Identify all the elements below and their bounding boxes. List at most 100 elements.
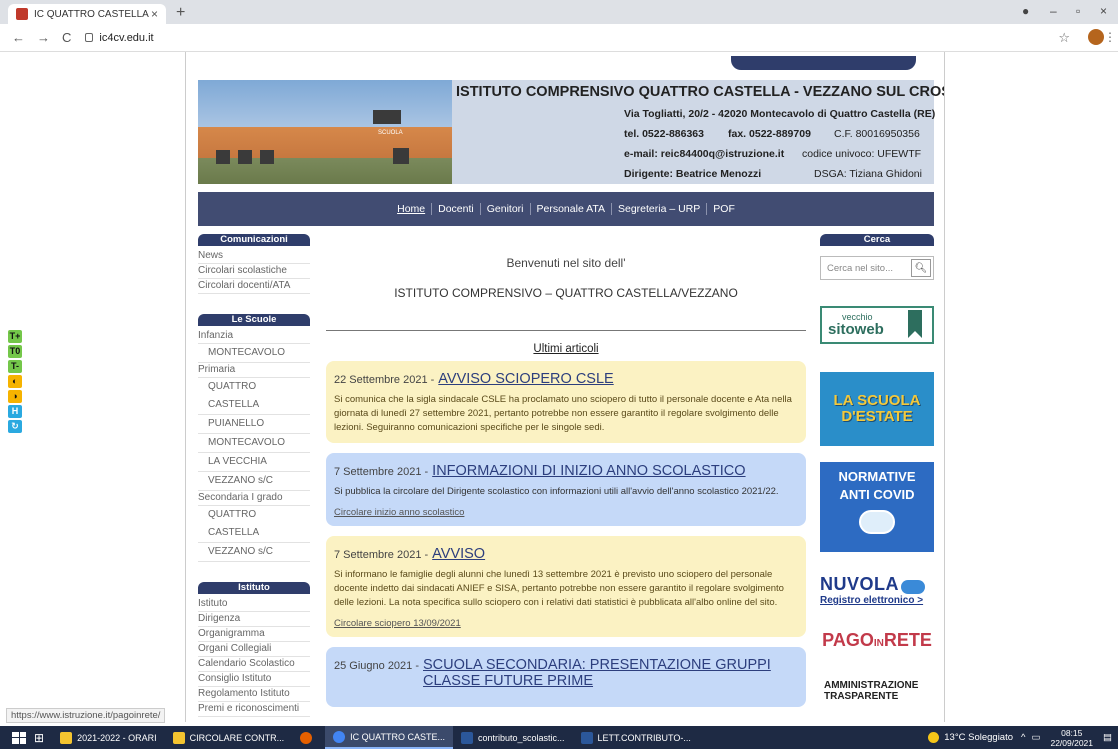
maximize-button[interactable]: ▫: [1076, 4, 1080, 18]
tab-title: IC QUATTRO CASTELLA: [34, 8, 149, 20]
article-title-link[interactable]: INFORMAZIONI DI INIZIO ANNO SCOLASTICO: [432, 463, 745, 479]
search-input[interactable]: Cerca nel sito...: [821, 263, 911, 274]
highlight-links-button[interactable]: H: [8, 405, 22, 418]
search-icon: 🔍︎: [914, 262, 928, 274]
sidebar-item-infanzia[interactable]: Infanzia: [198, 329, 310, 344]
minimize-button[interactable]: –: [1050, 4, 1057, 18]
url-text: ic4cv.edu.it: [99, 31, 154, 44]
article-date: 25 Giugno 2021 -: [334, 660, 420, 672]
sidebar-item-news[interactable]: News: [198, 249, 310, 264]
sidebar-item-dirigenza[interactable]: Dirigenza: [198, 612, 310, 627]
forward-button[interactable]: →: [37, 30, 50, 45]
nav-home[interactable]: Home: [391, 203, 431, 215]
clock[interactable]: 08:15 22/09/2021: [1050, 728, 1093, 748]
bookmark-star-icon[interactable]: ☆: [1058, 30, 1070, 46]
search-button[interactable]: 🔍︎: [911, 259, 931, 277]
status-bar-url: https://www.istruzione.it/pagoinrete/: [6, 708, 166, 723]
taskbar-item-firefox[interactable]: [292, 726, 325, 749]
sidebar-item-calendario[interactable]: Calendario Scolastico: [198, 657, 310, 672]
nav-pof[interactable]: POF: [706, 203, 741, 215]
sidebar-item-premi[interactable]: Premi e riconoscimenti: [198, 702, 310, 717]
face-mask-icon: [859, 510, 895, 534]
new-tab-button[interactable]: +: [176, 4, 185, 22]
weather-text[interactable]: 13°C Soleggiato: [944, 732, 1013, 743]
chrome-icon: [333, 730, 346, 743]
back-button[interactable]: ←: [12, 30, 25, 45]
pagoinrete-banner[interactable]: PAGOINRETE: [820, 630, 934, 658]
address-bar: ← → C ic4cv.edu.it: [0, 24, 1118, 52]
text-increase-button[interactable]: T+: [8, 330, 22, 343]
word-icon: [580, 731, 593, 744]
url-field[interactable]: ic4cv.edu.it: [85, 31, 154, 44]
sidebar-item-istituto[interactable]: Istituto: [198, 597, 310, 612]
right-sidebar: Cerca Cerca nel sito... 🔍︎ vecchio sitow…: [820, 234, 934, 702]
rete-label: RETE: [883, 630, 932, 650]
sidebar-item-vezzano-primaria[interactable]: VEZZANO s/C: [198, 472, 310, 491]
nav-genitori[interactable]: Genitori: [479, 203, 530, 215]
tab-close-icon[interactable]: ×: [151, 7, 158, 21]
article-date: 7 Settembre 2021 -: [334, 549, 429, 561]
sidebar-item-quattro-castella[interactable]: QUATTRO CASTELLA: [198, 378, 310, 415]
close-window-button[interactable]: ×: [1100, 4, 1107, 18]
article-attachment-link[interactable]: Circolare inizio anno scolastico: [334, 507, 464, 518]
sidebar-item-circolari-scolastiche[interactable]: Circolari scolastiche: [198, 264, 310, 279]
nav-docenti[interactable]: Docenti: [431, 203, 480, 215]
vecchio-sitoweb-banner[interactable]: vecchio sitoweb: [820, 306, 934, 344]
notifications-icon[interactable]: ▤: [1103, 732, 1112, 743]
sidebar-item-primaria[interactable]: Primaria: [198, 363, 310, 378]
tray-chevron-icon[interactable]: ^: [1021, 732, 1025, 743]
profile-dot-icon[interactable]: ●: [1022, 4, 1029, 18]
ultimi-articoli-heading[interactable]: Ultimi articoli: [326, 343, 806, 355]
task-view-icon[interactable]: ⊞: [26, 726, 52, 749]
sidebar-item-montecavolo-primaria[interactable]: MONTECAVOLO: [198, 434, 310, 453]
covid-line2: ANTI COVID: [839, 487, 915, 502]
network-icon[interactable]: ▭: [1031, 732, 1040, 743]
cf-text: C.F. 80016950356: [834, 128, 920, 140]
nav-personale-ata[interactable]: Personale ATA: [529, 203, 611, 215]
lock-icon: [85, 33, 94, 42]
article-title-link[interactable]: SCUOLA SECONDARIA: PRESENTAZIONE GRUPPI …: [423, 657, 798, 689]
covid-line1: NORMATIVE: [838, 469, 916, 484]
taskbar-item-word-lett[interactable]: LETT.CONTRIBUTO-...: [573, 726, 699, 749]
sidebar-item-regolamento[interactable]: Regolamento Istituto: [198, 687, 310, 702]
nuvola-banner[interactable]: NUVOLA Registro elettronico >: [820, 574, 934, 610]
sidebar-item-quattro-castella-sec[interactable]: QUATTRO CASTELLA: [198, 506, 310, 543]
sidebar-item-consiglio[interactable]: Consiglio Istituto: [198, 672, 310, 687]
firefox-icon: [300, 731, 313, 744]
browser-menu-icon[interactable]: ⋮: [1104, 30, 1116, 44]
registro-link: Registro elettronico >: [820, 595, 924, 606]
windows-start-icon[interactable]: [12, 731, 26, 744]
sidebar-item-vezzano-sec[interactable]: VEZZANO s/C: [198, 543, 310, 562]
grayscale-button[interactable]: ◑: [8, 390, 22, 403]
browser-tab[interactable]: IC QUATTRO CASTELLA ×: [8, 4, 166, 24]
taskbar-item-word-contributo[interactable]: contributo_scolastic...: [453, 726, 573, 749]
nav-segreteria[interactable]: Segreteria – URP: [610, 203, 706, 215]
comunicazioni-title: Comunicazioni: [198, 234, 310, 246]
reload-button[interactable]: C: [62, 30, 71, 45]
sidebar-item-circolari-docenti[interactable]: Circolari docenti/ATA: [198, 279, 310, 294]
cloud-icon: [901, 580, 925, 595]
text-reset-button[interactable]: T0: [8, 345, 22, 358]
scuola-estate-banner[interactable]: LA SCUOLA D'ESTATE: [820, 372, 934, 446]
sidebar-item-secondaria[interactable]: Secondaria I grado: [198, 491, 310, 506]
taskbar-item-orari[interactable]: 2021-2022 - ORARI: [52, 726, 165, 749]
normative-anticovid-banner[interactable]: NORMATIVE ANTI COVID: [820, 462, 934, 552]
sidebar-item-puianello[interactable]: PUIANELLO: [198, 415, 310, 434]
amministrazione-trasparente-banner[interactable]: AMMINISTRAZIONE TRASPARENTE: [820, 680, 934, 702]
sidebar-item-la-vecchia[interactable]: LA VECCHIA: [198, 453, 310, 472]
article-title-link[interactable]: AVVISO: [432, 546, 485, 562]
user-avatar[interactable]: [1088, 29, 1104, 45]
sidebar-item-organigramma[interactable]: Organigramma: [198, 627, 310, 642]
article-attachment-link[interactable]: Circolare sciopero 13/09/2021: [334, 618, 461, 629]
taskbar-item-chrome[interactable]: IC QUATTRO CASTE...: [325, 726, 453, 749]
sidebar-item-montecavolo-infanzia[interactable]: MONTECAVOLO: [198, 344, 310, 363]
reset-accessibility-button[interactable]: ↻: [8, 420, 22, 433]
contrast-button[interactable]: ◐: [8, 375, 22, 388]
article-title-link[interactable]: AVVISO SCIOPERO CSLE: [438, 371, 613, 387]
sidebar-item-organi-collegiali[interactable]: Organi Collegiali: [198, 642, 310, 657]
main-nav: Home Docenti Genitori Personale ATA Segr…: [198, 192, 934, 226]
text-decrease-button[interactable]: T-: [8, 360, 22, 373]
top-decoration: [731, 56, 916, 70]
istituto-title: Istituto: [198, 582, 310, 594]
taskbar-item-circolare[interactable]: CIRCOLARE CONTR...: [165, 726, 293, 749]
